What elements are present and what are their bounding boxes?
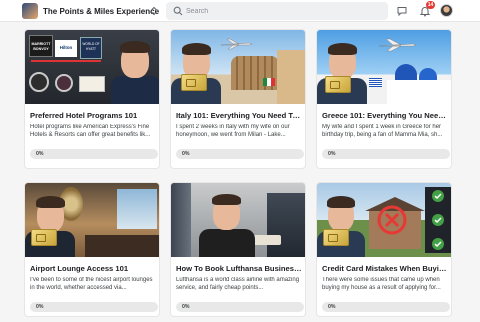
course-title[interactable]: How To Book Lufthansa Business Class... <box>176 264 302 273</box>
hilton-logo: Hilton <box>55 40 77 57</box>
italy-flag <box>263 78 275 86</box>
badge-logo <box>79 76 105 92</box>
check-icon <box>432 190 444 250</box>
progress-label: 0% <box>36 151 44 157</box>
top-bar: The Points & Miles Experience 14 <box>0 0 480 22</box>
course-title[interactable]: Preferred Hotel Programs 101 <box>30 111 156 120</box>
progress-bar: 0% <box>30 149 158 159</box>
presenter-photo <box>109 36 159 104</box>
greece-flag <box>369 78 382 87</box>
progress-label: 0% <box>182 304 190 310</box>
marriott-logo: MARRIOTT BONVOY <box>29 35 53 57</box>
progress-bar: 0% <box>322 149 450 159</box>
seat-image <box>267 193 305 257</box>
search-icon <box>173 6 183 16</box>
x-mark-icon <box>377 205 407 235</box>
course-description: Lufthansa is a world class airline with … <box>176 277 300 291</box>
progress-bar: 0% <box>322 302 450 312</box>
course-description: My wife and I spent 1 week in Greece for… <box>322 124 443 138</box>
progress-bar: 0% <box>176 149 304 159</box>
credit-card-image <box>323 229 349 246</box>
course-description: There were some issues that came up when… <box>322 277 441 291</box>
course-card[interactable]: How To Book Lufthansa Business Class... … <box>170 182 306 317</box>
course-card[interactable]: MARRIOTT BONVOY Hilton WORLD OF HYATT Pr… <box>24 29 160 169</box>
course-thumbnail: MARRIOTT BONVOY Hilton WORLD OF HYATT <box>25 30 159 104</box>
search-bar[interactable] <box>166 2 388 20</box>
credit-card-image <box>181 74 207 91</box>
progress-bar: 0% <box>176 302 304 312</box>
community-logo <box>22 3 38 19</box>
progress-label: 0% <box>36 304 44 310</box>
progress-label: 0% <box>328 304 336 310</box>
credit-card-image <box>325 76 351 93</box>
presenter-photo <box>317 40 369 104</box>
presenter-photo <box>317 193 367 257</box>
course-thumbnail <box>25 183 159 257</box>
course-description: Hotel programs like American Express's F… <box>30 124 151 138</box>
lounge-furniture <box>85 235 159 257</box>
course-card[interactable]: Airport Lounge Access 101 I've been to s… <box>24 182 160 317</box>
credit-card-image <box>31 229 57 246</box>
course-title[interactable]: Italy 101: Everything You Need To Know..… <box>176 111 302 120</box>
progress-label: 0% <box>328 151 336 157</box>
chat-icon[interactable] <box>396 5 408 17</box>
course-description: I spent 2 weeks in Italy with my wife on… <box>176 124 290 138</box>
search-input[interactable] <box>186 4 382 18</box>
airplane-icon <box>378 38 417 52</box>
presenter-photo <box>199 189 255 257</box>
course-card[interactable]: Credit Card Mistakes When Buying A Home … <box>316 182 452 317</box>
course-thumbnail <box>171 183 305 257</box>
course-thumbnail <box>317 30 451 104</box>
window-image <box>117 189 157 229</box>
course-title[interactable]: Airport Lounge Access 101 <box>30 264 156 273</box>
presenter-photo <box>171 40 223 104</box>
course-title[interactable]: Credit Card Mistakes When Buying A Home <box>322 264 448 273</box>
presenter-photo <box>25 193 77 257</box>
course-card[interactable]: Italy 101: Everything You Need To Know..… <box>170 29 306 169</box>
course-title[interactable]: Greece 101: Everything You Need To Know.… <box>322 111 448 120</box>
hyatt-logo: WORLD OF HYATT <box>80 37 102 59</box>
user-avatar[interactable] <box>440 4 453 17</box>
progress-label: 0% <box>182 151 190 157</box>
chevron-up-down-icon[interactable] <box>150 6 158 16</box>
course-description: I've been to some of the nicest airport … <box>30 277 153 291</box>
badge-logo <box>29 72 49 92</box>
progress-bar: 0% <box>30 302 158 312</box>
community-name: The Points & Miles Experience <box>43 6 160 16</box>
course-card[interactable]: Greece 101: Everything You Need To Know.… <box>316 29 452 169</box>
building-image <box>387 80 451 104</box>
seat-image <box>171 183 191 257</box>
airplane-icon <box>220 38 253 50</box>
building-image <box>277 50 305 104</box>
course-thumbnail <box>171 30 305 104</box>
arrow-decoration <box>31 60 101 62</box>
notification-badge: 14 <box>426 1 435 9</box>
course-thumbnail <box>317 183 451 257</box>
badge-logo <box>55 74 73 92</box>
community-switcher[interactable]: The Points & Miles Experience <box>22 3 159 19</box>
